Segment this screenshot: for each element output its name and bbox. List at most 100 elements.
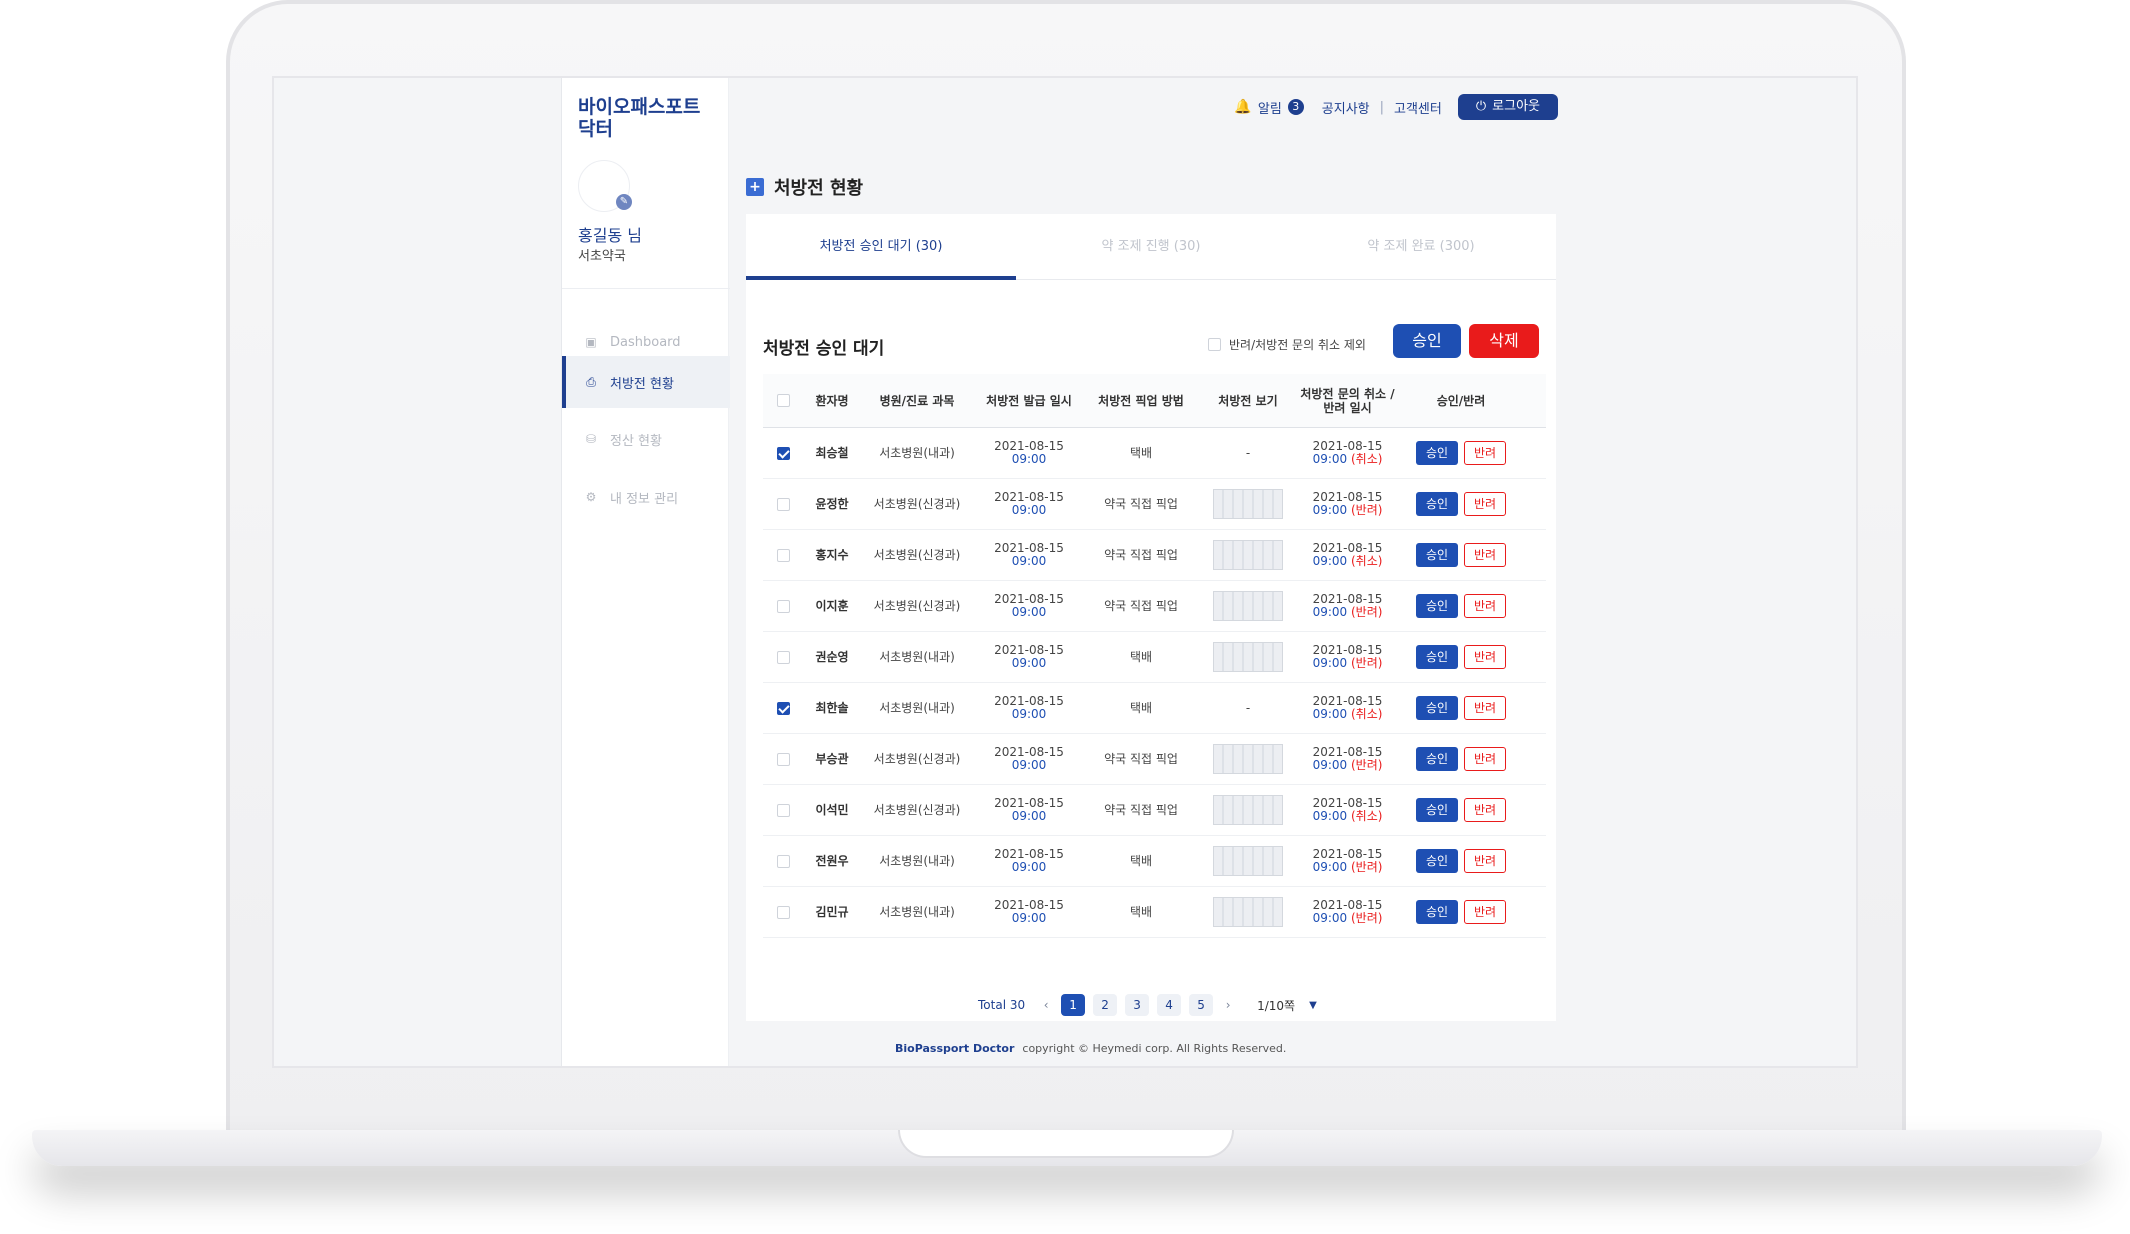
row-checkbox[interactable] xyxy=(776,599,790,613)
prescription-thumbnail[interactable] xyxy=(1213,642,1283,672)
approve-selected-button[interactable]: 승인 xyxy=(1393,324,1461,358)
approve-button[interactable]: 승인 xyxy=(1416,441,1458,465)
row-checkbox[interactable] xyxy=(776,701,790,715)
prescription-thumbnail[interactable] xyxy=(1213,591,1283,621)
return-button[interactable]: 반려 xyxy=(1464,492,1506,516)
sidebar-item-prescriptions[interactable]: ⎙ 처방전 현황 xyxy=(562,356,730,408)
return-button[interactable]: 반려 xyxy=(1464,594,1506,618)
page-4-button[interactable]: 4 xyxy=(1157,994,1182,1016)
return-button[interactable]: 반려 xyxy=(1464,441,1506,465)
footer-brand: BioPassport Doctor xyxy=(895,1042,1015,1055)
return-button[interactable]: 반려 xyxy=(1464,696,1506,720)
return-button[interactable]: 반려 xyxy=(1464,900,1506,924)
approve-button[interactable]: 승인 xyxy=(1416,849,1458,873)
prescription-table: 환자명 병원/진료 과목 처방전 발급 일시 처방전 픽업 방법 처방전 보기 … xyxy=(763,374,1546,938)
approve-button[interactable]: 승인 xyxy=(1416,594,1458,618)
brand-logo[interactable]: 바이오패스포트 닥터 xyxy=(578,96,718,140)
row-checkbox[interactable] xyxy=(776,752,790,766)
page-2-button[interactable]: 2 xyxy=(1093,994,1118,1016)
support-link[interactable]: 고객센터 xyxy=(1394,98,1442,117)
logout-button[interactable]: ⏻ 로그아웃 xyxy=(1457,94,1558,120)
row-select-cell xyxy=(763,803,803,817)
hospital-department: 서초병원(내과) xyxy=(879,445,955,460)
page-5-button[interactable]: 5 xyxy=(1189,994,1214,1016)
tab-dispensing[interactable]: 약 조제 진행 (30) xyxy=(1016,214,1286,279)
return-button[interactable]: 반려 xyxy=(1464,849,1506,873)
return-button[interactable]: 반려 xyxy=(1464,543,1506,567)
approve-button[interactable]: 승인 xyxy=(1416,900,1458,924)
prescription-thumbnail[interactable] xyxy=(1213,846,1283,876)
column-header: 승인/반려 xyxy=(1436,393,1486,408)
column-header: 처방전 픽업 방법 xyxy=(1098,393,1184,408)
edit-avatar-icon[interactable]: ✎ xyxy=(616,194,632,210)
approve-button[interactable]: 승인 xyxy=(1416,645,1458,669)
exclude-filter[interactable]: 반려/처방전 문의 취소 제외 xyxy=(1208,336,1366,353)
sidebar-item-settlement[interactable]: ⛁ 정산 현황 xyxy=(562,413,730,465)
issue-datetime: 2021-08-15 09:00 xyxy=(973,542,1085,568)
row-select-cell xyxy=(763,905,803,919)
topbar-separator: | xyxy=(1379,99,1385,115)
content-card: 처방전 승인 대기 (30) 약 조제 진행 (30) 약 조제 완료 (300… xyxy=(746,214,1556,1021)
table-row: 권순영 서초병원(내과) 2021-08-15 09:00 택배 2021-08… xyxy=(763,632,1546,683)
table-row: 이지훈 서초병원(신경과) 2021-08-15 09:00 약국 직접 픽업 … xyxy=(763,581,1546,632)
prescription-thumbnail[interactable] xyxy=(1213,489,1283,519)
approve-button[interactable]: 승인 xyxy=(1416,543,1458,567)
next-page-icon[interactable]: › xyxy=(1221,998,1235,1012)
sidebar-item-my-info[interactable]: ⚙ 내 정보 관리 xyxy=(562,471,730,523)
prev-page-icon[interactable]: ‹ xyxy=(1039,998,1053,1012)
row-checkbox[interactable] xyxy=(776,497,790,511)
table-row: 부승관 서초병원(신경과) 2021-08-15 09:00 약국 직접 픽업 … xyxy=(763,734,1546,785)
hospital-department: 서초병원(신경과) xyxy=(873,598,961,613)
row-checkbox[interactable] xyxy=(776,650,790,664)
pickup-method: 택배 xyxy=(1129,700,1153,715)
delete-selected-button[interactable]: 삭제 xyxy=(1469,324,1539,358)
row-checkbox[interactable] xyxy=(776,803,790,817)
issue-time: 09:00 xyxy=(1011,758,1047,772)
prescription-icon: ⎙ xyxy=(586,375,596,389)
cancel-time-status: 09:00 (취소) xyxy=(1299,453,1396,466)
row-checkbox[interactable] xyxy=(776,905,790,919)
patient-name: 최한솔 xyxy=(815,700,849,715)
approve-button[interactable]: 승인 xyxy=(1416,798,1458,822)
cancel-time-status: 09:00 (반려) xyxy=(1299,504,1396,517)
page-size-select[interactable]: 1/10쪽 ▼ xyxy=(1257,997,1317,1014)
prescription-view-cell xyxy=(1197,489,1299,519)
exclude-checkbox[interactable] xyxy=(1208,338,1221,351)
cancel-time: 09:00 xyxy=(1312,758,1348,772)
row-checkbox[interactable] xyxy=(776,854,790,868)
bell-icon[interactable]: 🔔 xyxy=(1234,99,1251,115)
issue-time: 09:00 xyxy=(1011,707,1047,721)
page-3-button[interactable]: 3 xyxy=(1125,994,1150,1016)
approve-button[interactable]: 승인 xyxy=(1416,492,1458,516)
approve-button[interactable]: 승인 xyxy=(1416,696,1458,720)
return-button[interactable]: 반려 xyxy=(1464,645,1506,669)
patient-name: 전원우 xyxy=(815,853,849,868)
row-checkbox[interactable] xyxy=(776,548,790,562)
patient-name: 권순영 xyxy=(815,649,849,664)
issue-datetime: 2021-08-15 09:00 xyxy=(973,593,1085,619)
row-select-cell xyxy=(763,650,803,664)
cancel-status: (취소) xyxy=(1350,707,1383,721)
prescription-thumbnail[interactable] xyxy=(1213,897,1283,927)
issue-time: 09:00 xyxy=(1011,452,1047,466)
prescription-thumbnail[interactable] xyxy=(1213,795,1283,825)
cancel-time: 09:00 xyxy=(1312,809,1348,823)
prescription-thumbnail[interactable] xyxy=(1213,540,1283,570)
tab-dispensed[interactable]: 약 조제 완료 (300) xyxy=(1286,214,1556,279)
return-button[interactable]: 반려 xyxy=(1464,747,1506,771)
pickup-method: 약국 직접 픽업 xyxy=(1104,598,1178,613)
pickup-method: 택배 xyxy=(1129,904,1153,919)
hospital-department: 서초병원(신경과) xyxy=(873,802,961,817)
sidebar-item-label: 내 정보 관리 xyxy=(610,491,679,507)
row-checkbox[interactable] xyxy=(776,446,790,460)
cancel-datetime: 2021-08-15 09:00 (반려) xyxy=(1299,491,1396,517)
tab-approval-pending[interactable]: 처방전 승인 대기 (30) xyxy=(746,214,1016,280)
page-1-button[interactable]: 1 xyxy=(1061,994,1086,1016)
prescription-thumbnail[interactable] xyxy=(1213,744,1283,774)
select-all-checkbox[interactable] xyxy=(776,394,790,407)
approve-button[interactable]: 승인 xyxy=(1416,747,1458,771)
alarm-link[interactable]: 알림 xyxy=(1258,98,1282,117)
issue-time: 09:00 xyxy=(1011,503,1047,517)
notice-link[interactable]: 공지사항 xyxy=(1322,98,1370,117)
return-button[interactable]: 반려 xyxy=(1464,798,1506,822)
